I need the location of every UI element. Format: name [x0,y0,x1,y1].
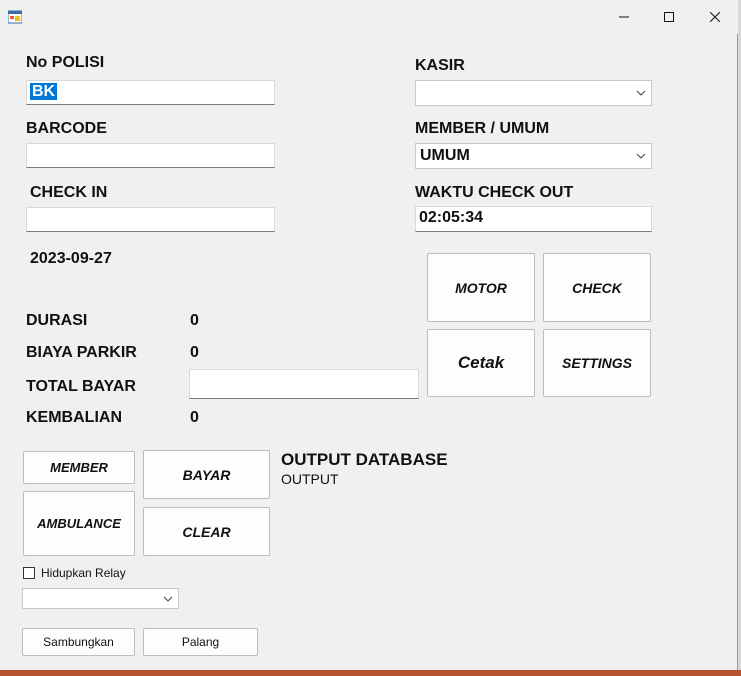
cetak-button[interactable]: Cetak [427,329,535,397]
kasir-label: KASIR [415,57,465,74]
durasi-value: 0 [190,312,199,329]
biaya-parkir-value: 0 [190,344,199,361]
durasi-label: DURASI [26,312,88,329]
kembalian-label: KEMBALIAN [26,409,122,426]
relay-port-select[interactable] [22,588,179,609]
check-button[interactable]: CHECK [543,253,651,322]
minimize-button[interactable] [601,0,647,34]
no-polisi-value: BK [30,83,58,100]
date-label: 2023-09-27 [30,250,112,267]
close-button[interactable] [692,0,738,34]
biaya-parkir-label: BIAYA PARKIR [26,344,137,361]
total-bayar-label: TOTAL BAYAR [26,378,136,395]
member-button[interactable]: MEMBER [23,451,135,484]
settings-button[interactable]: SETTINGS [543,329,651,397]
barcode-input[interactable] [26,143,275,168]
output-text: OUTPUT [281,471,339,487]
member-umum-label: MEMBER / UMUM [415,120,550,137]
total-bayar-input[interactable] [189,369,419,399]
minimize-icon [619,16,629,18]
taskbar-edge [0,670,741,676]
member-umum-value: UMUM [420,147,470,164]
hidupkan-relay-checkbox[interactable] [23,567,35,579]
waktu-check-out-input[interactable]: 02:05:34 [415,206,652,232]
no-polisi-input[interactable]: BK [26,80,275,105]
check-in-input[interactable] [26,207,275,232]
barcode-label: BARCODE [26,120,107,137]
chevron-down-icon [636,153,646,159]
check-in-label: CHECK IN [30,184,108,201]
clear-button[interactable]: CLEAR [143,507,270,556]
ambulance-button[interactable]: AMBULANCE [23,491,135,556]
motor-button[interactable]: MOTOR [427,253,535,322]
waktu-check-out-label: WAKTU CHECK OUT [415,184,574,201]
kembalian-value: 0 [190,409,199,426]
maximize-button[interactable] [646,0,692,34]
app-form-icon [8,10,22,24]
no-polisi-label: No POLISI [26,54,105,71]
kasir-select[interactable] [415,80,652,106]
member-umum-select[interactable]: UMUM [415,143,652,169]
chevron-down-icon [163,596,173,602]
bayar-button[interactable]: BAYAR [143,450,270,499]
palang-button[interactable]: Palang [143,628,258,656]
app-window: No POLISI BK BARCODE CHECK IN 2023-09-27… [0,0,738,670]
hidupkan-relay-label: Hidupkan Relay [41,566,126,580]
maximize-icon [664,12,674,22]
sambungkan-button[interactable]: Sambungkan [22,628,135,656]
output-database-label: OUTPUT DATABASE [281,450,448,469]
title-bar [0,0,738,34]
chevron-down-icon [636,90,646,96]
close-icon [710,12,720,22]
